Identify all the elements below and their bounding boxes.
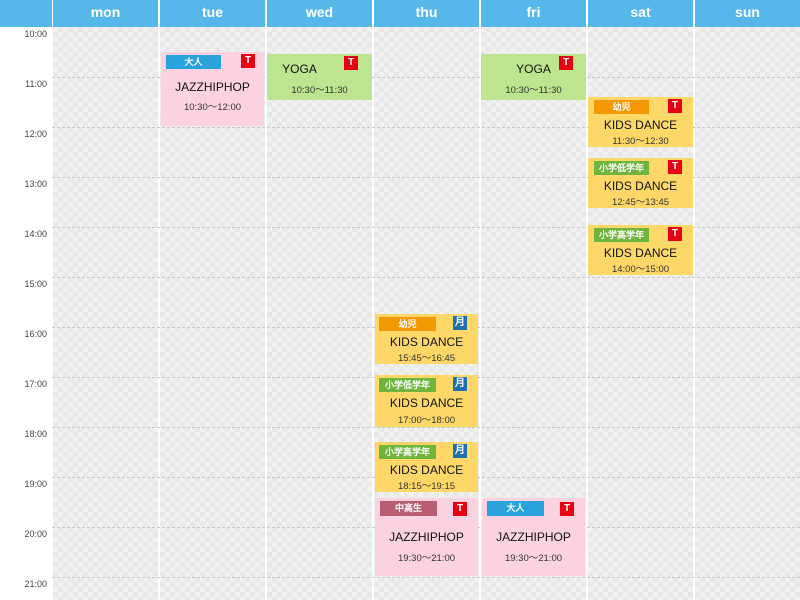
t-badge-icon: T: [668, 160, 682, 174]
day-column-sun: [695, 27, 800, 600]
event-fri-yoga[interactable]: T YOGA 10:30〜11:30: [481, 54, 586, 100]
time-column: 10:00 11:00 12:00 13:00 14:00 15:00 16:0…: [0, 27, 52, 600]
class-title: KIDS DANCE: [389, 396, 464, 410]
category-tag: 小学低学年: [594, 161, 649, 175]
category-tag: 大人: [166, 55, 221, 69]
time-label: 14:00: [24, 229, 47, 239]
day-header-thu: thu: [374, 0, 479, 27]
hour-divider: [52, 277, 800, 278]
class-title: JAZZHIPHOP: [175, 80, 250, 94]
day-header-wed: wed: [267, 0, 372, 27]
time-label: 15:00: [24, 279, 47, 289]
class-title: KIDS DANCE: [603, 118, 678, 132]
class-time: 10:30〜12:00: [183, 102, 242, 113]
category-tag: 小学高学年: [594, 228, 649, 242]
class-time: 19:30〜21:00: [504, 553, 563, 564]
event-wed-yoga[interactable]: T YOGA 10:30〜11:30: [267, 54, 372, 100]
event-thu-jazzhiphop[interactable]: 中高生 T JAZZHIPHOP 19:30〜21:00: [375, 498, 478, 576]
hour-divider: [52, 427, 800, 428]
class-time: 11:30〜12:30: [612, 136, 669, 147]
time-label: 16:00: [24, 329, 47, 339]
class-title: KIDS DANCE: [603, 246, 678, 260]
category-tag: 幼児: [379, 317, 436, 331]
class-title: YOGA: [282, 62, 317, 76]
month-badge-icon: 月: [453, 316, 467, 330]
class-time: 14:00〜15:00: [611, 264, 670, 275]
class-time: 10:30〜11:30: [291, 85, 348, 96]
t-badge-icon: T: [560, 502, 574, 516]
day-column-wed: [267, 27, 372, 600]
category-tag: 小学高学年: [379, 445, 436, 459]
class-title: KIDS DANCE: [603, 179, 678, 193]
event-sat-kids-dance-upper[interactable]: 小学高学年 T KIDS DANCE 14:00〜15:00: [588, 225, 693, 275]
class-time: 17:00〜18:00: [397, 415, 456, 426]
event-thu-kids-dance-kinder[interactable]: 幼児 月 KIDS DANCE 15:45〜16:45: [375, 314, 478, 364]
class-title: YOGA: [516, 62, 551, 76]
event-fri-jazzhiphop[interactable]: 大人 T JAZZHIPHOP 19:30〜21:00: [482, 498, 585, 576]
time-label: 20:00: [24, 529, 47, 539]
event-thu-kids-dance-upper[interactable]: 小学高学年 月 KIDS DANCE 18:15〜19:15: [375, 442, 478, 492]
day-column-mon: [53, 27, 158, 600]
day-header-sun: sun: [695, 0, 800, 27]
category-tag: 大人: [487, 501, 544, 516]
day-header-tue: tue: [160, 0, 265, 27]
time-label: 11:00: [25, 79, 47, 89]
t-badge-icon: T: [668, 99, 682, 113]
category-tag: 幼児: [594, 100, 649, 114]
class-time: 15:45〜16:45: [397, 353, 456, 364]
month-badge-icon: 月: [453, 444, 467, 458]
hour-divider: [52, 577, 800, 578]
class-time: 19:30〜21:00: [397, 553, 456, 564]
class-time: 10:30〜11:30: [505, 85, 562, 96]
day-header-mon: mon: [53, 0, 158, 27]
class-title: JAZZHIPHOP: [496, 530, 571, 544]
time-label: 13:00: [24, 179, 47, 189]
event-sat-kids-dance-lower[interactable]: 小学低学年 T KIDS DANCE 12:45〜13:45: [588, 158, 693, 208]
weekday-header: mon tue wed thu fri sat sun: [0, 0, 800, 27]
event-thu-kids-dance-lower[interactable]: 小学低学年 月 KIDS DANCE 17:00〜18:00: [375, 375, 478, 427]
day-header-sat: sat: [588, 0, 693, 27]
class-title: KIDS DANCE: [389, 335, 464, 349]
day-header-fri: fri: [481, 0, 586, 27]
t-badge-icon: T: [453, 502, 467, 516]
category-tag: 小学低学年: [379, 378, 436, 392]
time-label: 21:00: [24, 579, 47, 589]
time-label: 10:00: [24, 29, 47, 39]
category-tag: 中高生: [380, 501, 437, 516]
month-badge-icon: 月: [453, 377, 467, 391]
t-badge-icon: T: [668, 227, 682, 241]
time-label: 18:00: [24, 429, 47, 439]
event-sat-kids-dance-kinder[interactable]: 幼児 T KIDS DANCE 11:30〜12:30: [588, 97, 693, 147]
class-title: KIDS DANCE: [389, 463, 464, 477]
class-title: JAZZHIPHOP: [389, 530, 464, 544]
class-time: 18:15〜19:15: [397, 481, 456, 492]
time-label: 12:00: [24, 129, 47, 139]
time-label: 19:00: [24, 479, 47, 489]
header-corner: [0, 0, 52, 27]
time-label: 17:00: [24, 379, 47, 389]
class-time: 12:45〜13:45: [611, 197, 670, 208]
